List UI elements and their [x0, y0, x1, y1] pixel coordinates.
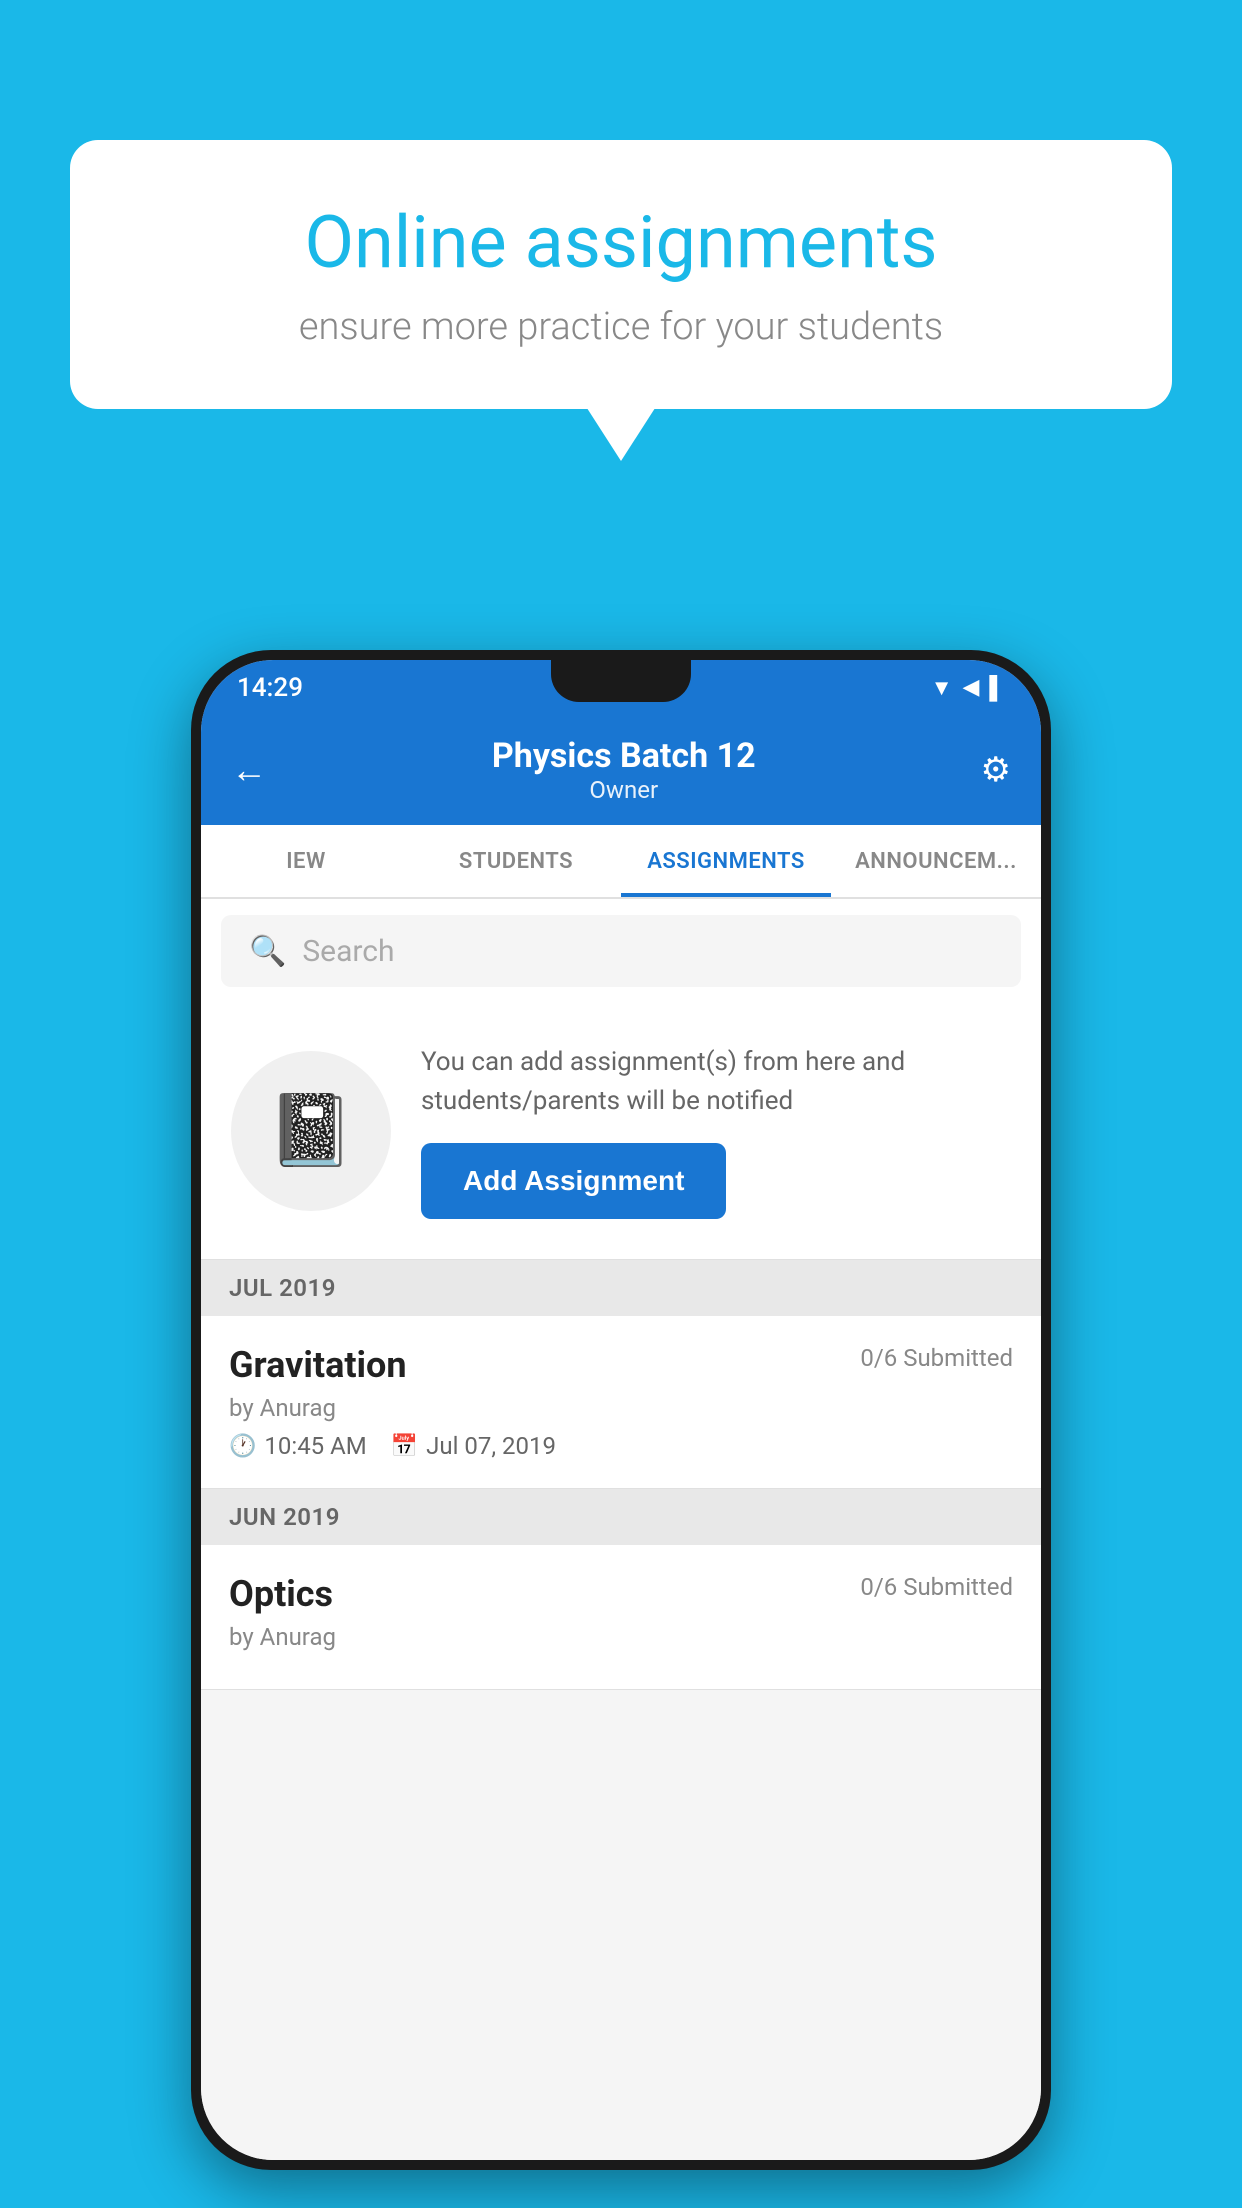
meta-time: 🕐 10:45 AM	[229, 1432, 367, 1460]
assignment-meta: 🕐 10:45 AM 📅 Jul 07, 2019	[229, 1432, 1013, 1460]
assignment-item-optics[interactable]: Optics 0/6 Submitted by Anurag	[201, 1545, 1041, 1690]
tab-assignments[interactable]: ASSIGNMENTS	[621, 825, 831, 897]
add-assignment-desc: You can add assignment(s) from here and …	[421, 1043, 1011, 1121]
month-separator-jul: JUL 2019	[201, 1260, 1041, 1316]
settings-icon[interactable]: ⚙	[981, 750, 1011, 790]
tab-iew[interactable]: IEW	[201, 825, 411, 897]
back-button[interactable]: ←	[231, 749, 267, 791]
assignment-by: by Anurag	[229, 1394, 1013, 1422]
search-icon: 🔍	[249, 934, 286, 969]
add-assignment-button[interactable]: Add Assignment	[421, 1143, 726, 1219]
phone-notch	[551, 660, 691, 702]
clock-icon: 🕐	[229, 1434, 256, 1459]
wifi-icon: ▼	[931, 675, 953, 701]
search-bar-container: 🔍 Search	[201, 899, 1041, 1003]
speech-bubble-container: Online assignments ensure more practice …	[70, 140, 1172, 409]
tabs-bar: IEW STUDENTS ASSIGNMENTS ANNOUNCEM...	[201, 825, 1041, 899]
header-subtitle: Owner	[492, 776, 756, 804]
assignment-name: Gravitation	[229, 1344, 407, 1386]
add-assignment-right: You can add assignment(s) from here and …	[421, 1043, 1011, 1219]
assignment-item-gravitation[interactable]: Gravitation 0/6 Submitted by Anurag 🕐 10…	[201, 1316, 1041, 1489]
month-separator-jun: JUN 2019	[201, 1489, 1041, 1545]
assignment-submitted-optics: 0/6 Submitted	[860, 1573, 1013, 1601]
assignment-date: Jul 07, 2019	[426, 1432, 556, 1460]
tab-students[interactable]: STUDENTS	[411, 825, 621, 897]
battery-icon: ▌	[989, 675, 1005, 701]
content-area: 🔍 Search 📓 You can add assignment(s) fro…	[201, 899, 1041, 2160]
assignment-by-optics: by Anurag	[229, 1623, 1013, 1651]
notebook-icon: 📓	[267, 1090, 354, 1172]
app-header: ← Physics Batch 12 Owner ⚙	[201, 715, 1041, 825]
assignment-submitted: 0/6 Submitted	[860, 1344, 1013, 1372]
status-icons: ▼ ◀ ▌	[931, 675, 1005, 701]
header-title: Physics Batch 12	[492, 736, 756, 776]
phone-inner: 14:29 ▼ ◀ ▌ ← Physics Batch 12 Owner ⚙ I…	[201, 660, 1041, 2160]
assignment-time: 10:45 AM	[264, 1432, 366, 1460]
speech-bubble: Online assignments ensure more practice …	[70, 140, 1172, 409]
status-time: 14:29	[237, 673, 303, 703]
search-placeholder: Search	[302, 934, 394, 969]
tab-announcements[interactable]: ANNOUNCEM...	[831, 825, 1041, 897]
assignment-icon-circle: 📓	[231, 1051, 391, 1211]
signal-icon: ◀	[962, 675, 979, 700]
bubble-title: Online assignments	[150, 200, 1092, 285]
assignment-header: Gravitation 0/6 Submitted	[229, 1344, 1013, 1386]
header-center: Physics Batch 12 Owner	[492, 736, 756, 804]
bubble-subtitle: ensure more practice for your students	[150, 305, 1092, 349]
calendar-icon: 📅	[391, 1434, 418, 1459]
phone-mockup: 14:29 ▼ ◀ ▌ ← Physics Batch 12 Owner ⚙ I…	[191, 650, 1051, 2170]
assignment-name-optics: Optics	[229, 1573, 333, 1615]
meta-date: 📅 Jul 07, 2019	[391, 1432, 556, 1460]
add-assignment-card: 📓 You can add assignment(s) from here an…	[201, 1003, 1041, 1260]
assignment-header-optics: Optics 0/6 Submitted	[229, 1573, 1013, 1615]
search-bar[interactable]: 🔍 Search	[221, 915, 1021, 987]
